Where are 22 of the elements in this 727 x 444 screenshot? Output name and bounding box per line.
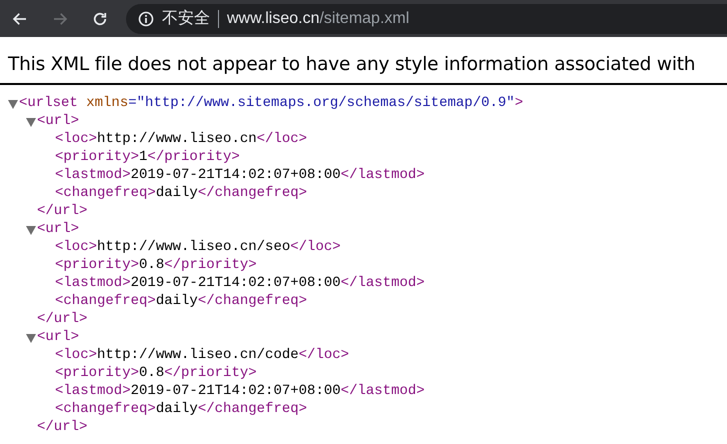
collapse-triangle-icon[interactable] <box>26 332 36 343</box>
xml-element-line: <lastmod>2019-07-21T14:02:07+08:00</lastmod> <box>55 166 425 186</box>
collapse-triangle-icon[interactable] <box>8 98 18 109</box>
url-text: www.liseo.cn/sitemap.xml <box>227 8 410 28</box>
xml-element-line: <priority>1</priority> <box>55 148 240 168</box>
security-label: 不安全 <box>162 8 210 28</box>
xml-element-line: <lastmod>2019-07-21T14:02:07+08:00</lastmod> <box>55 382 425 402</box>
xml-element-line: <loc>http://www.liseo.cn/seo</loc> <box>55 238 341 258</box>
collapse-triangle-icon[interactable] <box>26 116 36 127</box>
xml-style-notice: This XML file does not appear to have any style information associated with <box>8 53 696 77</box>
xml-element-line: <lastmod>2019-07-21T14:02:07+08:00</lastmod> <box>55 274 425 294</box>
xml-element-line: <priority>0.8</priority> <box>55 256 257 276</box>
xml-close-tag: </url> <box>37 417 88 438</box>
xml-element-line: <priority>0.8</priority> <box>55 364 257 384</box>
xml-element-line: <changefreq>daily</changefreq> <box>55 292 308 312</box>
xml-element-line: <loc>http://www.liseo.cn</loc> <box>55 130 308 150</box>
info-icon[interactable] <box>138 10 154 26</box>
xml-element-line: <loc>http://www.liseo.cn/code</loc> <box>55 346 350 366</box>
collapse-triangle-icon[interactable] <box>26 224 36 235</box>
xml-element-line: <changefreq>daily</changefreq> <box>55 184 308 204</box>
xml-element-line: <changefreq>daily</changefreq> <box>55 400 308 420</box>
address-bar[interactable]: 不安全 www.liseo.cn/sitemap.xml <box>126 4 727 34</box>
